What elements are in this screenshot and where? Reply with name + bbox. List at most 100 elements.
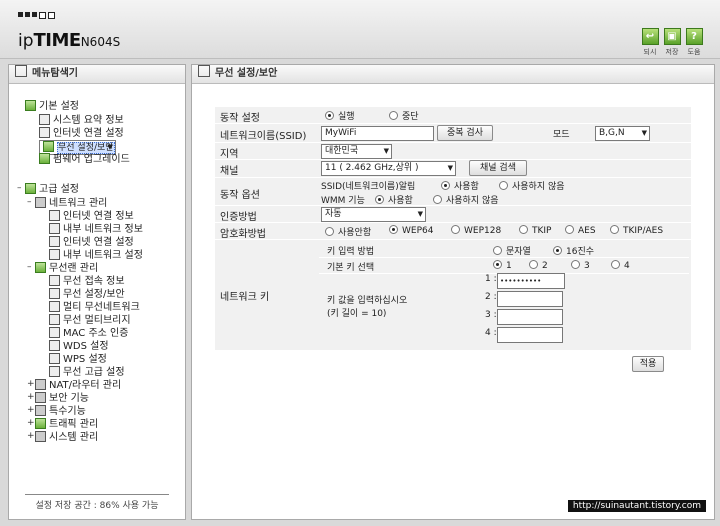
tree-lan-config[interactable]: 내부 네트워크 설정 [49,249,143,262]
help-button[interactable]: ? 도움 [684,28,704,57]
default-key-4-radio[interactable]: 4 [611,260,630,271]
shield-icon [35,392,46,403]
tree-internet-setup[interactable]: 인터넷 연결 설정 [39,127,124,140]
tree-multi-bridge[interactable]: 무선 멀티브리지 [49,314,131,327]
chart-icon [35,418,46,429]
page-icon [49,249,60,260]
page-icon [49,314,60,325]
enc-aes-radio[interactable]: AES [565,225,596,236]
folder-gear-icon [25,183,36,194]
duplicate-check-button[interactable]: 중복 검사 [437,125,493,141]
collapse-toggle[interactable]: – [27,262,32,272]
apply-button[interactable]: 적용 [632,356,664,372]
window-icon [198,65,210,77]
tree-mac-auth[interactable]: MAC 주소 인증 [49,327,128,340]
op-run-radio[interactable]: 실행 [325,109,355,122]
page-icon [49,327,60,338]
tree-system-summary[interactable]: 시스템 요약 정보 [39,114,124,127]
tree-traffic[interactable]: 트래픽 관리 [35,418,98,431]
key-2-input[interactable] [497,291,563,307]
page-icon [49,236,60,247]
expand-toggle[interactable]: + [27,392,35,402]
tree-wds[interactable]: WDS 설정 [49,340,109,353]
row-auth: 인증방법 자동 [215,206,691,223]
key-4-input[interactable] [497,327,563,343]
tree-special[interactable]: 특수기능 [35,405,86,418]
channel-select[interactable]: 11 ( 2.462 GHz,상위 ) [321,161,456,176]
page-title: 무선 설정/보안 [215,68,278,79]
network-folder-icon [35,197,46,208]
save-button[interactable]: ▣ 저장 [662,28,682,57]
default-key-2-radio[interactable]: 2 [529,260,548,271]
enc-tkip-radio[interactable]: TKIP [519,225,551,236]
tree-internet-info[interactable]: 인터넷 연결 정보 [49,210,134,223]
row-region: 지역 대한민국 [215,143,691,160]
tree-security[interactable]: 보안 기능 [35,392,89,405]
row-operation: 동작 설정 실행 중단 [215,107,691,124]
wireless-icon [43,141,54,152]
page-icon [49,223,60,234]
tree-multi-ssid[interactable]: 멀티 무선네트워크 [49,301,140,314]
enc-tkip-aes-radio[interactable]: TKIP/AES [610,225,663,236]
wmm-nouse-radio[interactable]: 사용하지 않음 [433,193,499,206]
expand-toggle[interactable]: + [27,405,35,415]
page-icon [49,210,60,221]
tree-wireless-mgmt[interactable]: 무선랜 관리 [35,262,98,275]
key-subtable: 키 입력 방법 문자열 16진수 기본 키 선택 1 2 3 4 키 값을 입력… [319,242,689,348]
system-icon [35,431,46,442]
enc-none-radio[interactable]: 사용안함 [325,225,371,238]
save-icon: ▣ [663,28,681,45]
ssid-broadcast-use-radio[interactable]: 사용함 [441,179,479,192]
default-key-1-radio[interactable]: 1 [493,260,512,271]
collapse-toggle[interactable]: – [27,197,32,207]
ssid-broadcast-nouse-radio[interactable]: 사용하지 않음 [499,179,565,192]
exit-icon: ↩ [641,28,659,45]
wireless-folder-icon [35,262,46,273]
page-icon [49,340,60,351]
monitor-icon [39,114,50,125]
key-3-input[interactable] [497,309,563,325]
tree-network-mgmt[interactable]: 네트워크 관리 [35,197,107,210]
folder-gear-icon [25,100,36,111]
network-icon [39,127,50,138]
tree-wireless-security[interactable]: 무선 설정/보안 [49,288,125,301]
expand-toggle[interactable]: + [27,431,35,441]
tree-advanced-settings[interactable]: 고급 설정 [25,183,79,196]
tree-nat-router[interactable]: NAT/라우터 관리 [35,379,121,392]
channel-search-button[interactable]: 채널 검색 [469,160,527,176]
tree-system-mgmt[interactable]: 시스템 관리 [35,431,98,444]
enc-wep64-radio[interactable]: WEP64 [389,225,433,236]
tree-wps[interactable]: WPS 설정 [49,353,107,366]
tree-wireless-advanced[interactable]: 무선 고급 설정 [49,366,125,379]
region-select[interactable]: 대한민국 [321,144,392,159]
tree-basic-settings[interactable]: 기본 설정 [25,100,79,113]
tree-internet-config[interactable]: 인터넷 연결 설정 [49,236,134,249]
mode-select[interactable]: B,G,N [595,126,650,141]
default-key-3-radio[interactable]: 3 [571,260,590,271]
main-panel: 무선 설정/보안 동작 설정 실행 중단 네트워크이름(SSID) MyWiFi… [191,64,715,520]
tree-wireless-info[interactable]: 무선 접속 정보 [49,275,125,288]
row-options: 동작 옵션 SSID(네트워크이름)알림 사용함 사용하지 않음 WMM 기능 … [215,178,691,206]
exit-button[interactable]: ↩ 되시 [640,28,660,57]
wmm-use-radio[interactable]: 사용함 [375,193,413,206]
collapse-toggle[interactable]: – [17,183,22,193]
page-icon [49,288,60,299]
sidebar-panel: 메뉴탐색기 기본 설정 시스템 요약 정보 인터넷 연결 설정 무선 설정/보안… [8,64,186,520]
auth-select[interactable]: 자동 [321,207,426,222]
op-stop-radio[interactable]: 중단 [389,109,419,122]
tree-lan-info[interactable]: 내부 네트워크 정보 [49,223,143,236]
ssid-input[interactable]: MyWiFi [321,126,434,141]
page-icon [49,353,60,364]
enc-wep128-radio[interactable]: WEP128 [451,225,501,236]
expand-toggle[interactable]: + [27,379,35,389]
tree-firmware-upgrade[interactable]: 펌웨어 업그레이드 [39,153,130,166]
row-encryption: 암호화방법 사용안함 WEP64 WEP128 TKIP AES TKIP/AE… [215,223,691,240]
router-icon [35,379,46,390]
key-input-hex-radio[interactable]: 16진수 [553,244,594,257]
upgrade-icon [39,153,50,164]
key-1-input[interactable]: •••••••••• [497,273,565,289]
expand-toggle[interactable]: + [27,418,35,428]
row-channel: 채널 11 ( 2.462 GHz,상위 ) 채널 검색 [215,160,691,178]
key-input-text-radio[interactable]: 문자열 [493,244,531,257]
main-title-bar: 무선 설정/보안 [192,65,714,84]
